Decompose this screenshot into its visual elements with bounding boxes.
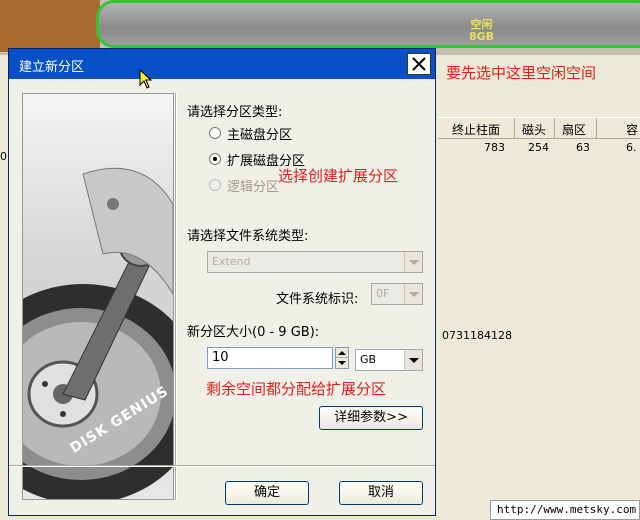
annotation-choose-extended: 选择创建扩展分区 bbox=[278, 167, 399, 185]
cell-capacity: 6. bbox=[626, 141, 637, 154]
fs-type-select: Extend bbox=[207, 251, 423, 273]
radio-logical-partition bbox=[209, 179, 221, 191]
annotation-select-free-space: 要先选中这里空闲空间 bbox=[446, 64, 597, 82]
fs-id-select: 0F bbox=[371, 283, 423, 305]
dialog-title: 建立新分区 bbox=[19, 60, 85, 75]
radio-extended-partition[interactable] bbox=[209, 153, 221, 165]
close-button[interactable] bbox=[407, 53, 431, 75]
column-end-cylinder: 终止柱面 bbox=[452, 123, 501, 137]
fs-type-label: 请选择文件系统类型: bbox=[187, 229, 309, 244]
column-sector: 扇区 bbox=[562, 123, 587, 137]
fs-id-label: 文件系统标识: bbox=[276, 292, 359, 307]
watermark-url: http://www.metsky.com bbox=[490, 500, 640, 520]
hard-disk-illustration: DISK GENIUS bbox=[22, 93, 174, 500]
partition-table-header: 终止柱面 磁头 扇区 容 bbox=[438, 117, 640, 139]
partition-size-input[interactable]: 10 bbox=[207, 347, 333, 369]
dialog-titlebar[interactable]: 建立新分区 bbox=[9, 49, 435, 79]
annotation-allocate-remaining: 剩余空间都分配给扩展分区 bbox=[206, 380, 387, 398]
divider bbox=[175, 93, 177, 500]
partition-size-label: 新分区大小(0 - 9 GB): bbox=[187, 325, 320, 340]
background-partition-block bbox=[0, 0, 100, 52]
cell-head: 254 bbox=[528, 141, 549, 154]
chevron-down-icon bbox=[404, 284, 422, 304]
size-unit-select[interactable]: GB bbox=[355, 349, 423, 371]
radio-primary-partition[interactable] bbox=[209, 127, 221, 139]
disk-serial-number: 0731184128 bbox=[442, 329, 512, 342]
chevron-down-icon bbox=[404, 252, 422, 272]
fs-type-value: Extend bbox=[212, 255, 251, 268]
radio-logical-partition-label: 逻辑分区 bbox=[227, 180, 280, 195]
close-icon bbox=[412, 57, 426, 71]
chevron-down-icon[interactable] bbox=[404, 350, 422, 370]
cell-sector: 63 bbox=[576, 141, 590, 154]
spin-up-icon[interactable] bbox=[336, 348, 348, 358]
cancel-button[interactable]: 取消 bbox=[339, 481, 423, 505]
free-space-disk-bar[interactable]: 空闲 8GB bbox=[96, 0, 640, 48]
radio-primary-partition-label[interactable]: 主磁盘分区 bbox=[227, 124, 292, 143]
details-button[interactable]: 详细参数>> bbox=[319, 406, 423, 430]
cell-end-cylinder: 783 bbox=[484, 141, 505, 154]
divider bbox=[9, 465, 435, 467]
fs-id-value: 0F bbox=[376, 287, 390, 300]
mouse-cursor-icon bbox=[139, 69, 153, 89]
size-unit-value: GB bbox=[360, 353, 377, 366]
ok-button[interactable]: 确定 bbox=[225, 481, 309, 505]
free-space-label: 空闲 8GB bbox=[469, 18, 495, 43]
new-partition-dialog: 建立新分区 DISK GENIUS 请选择分区类型: 主磁盘分区 扩展磁盘分区 … bbox=[8, 48, 436, 516]
column-capacity: 容 bbox=[626, 123, 639, 137]
spin-down-icon[interactable] bbox=[336, 358, 348, 368]
partition-type-label: 请选择分区类型: bbox=[187, 105, 283, 120]
partition-size-spinner[interactable] bbox=[335, 347, 349, 369]
column-head: 磁头 bbox=[522, 123, 547, 137]
